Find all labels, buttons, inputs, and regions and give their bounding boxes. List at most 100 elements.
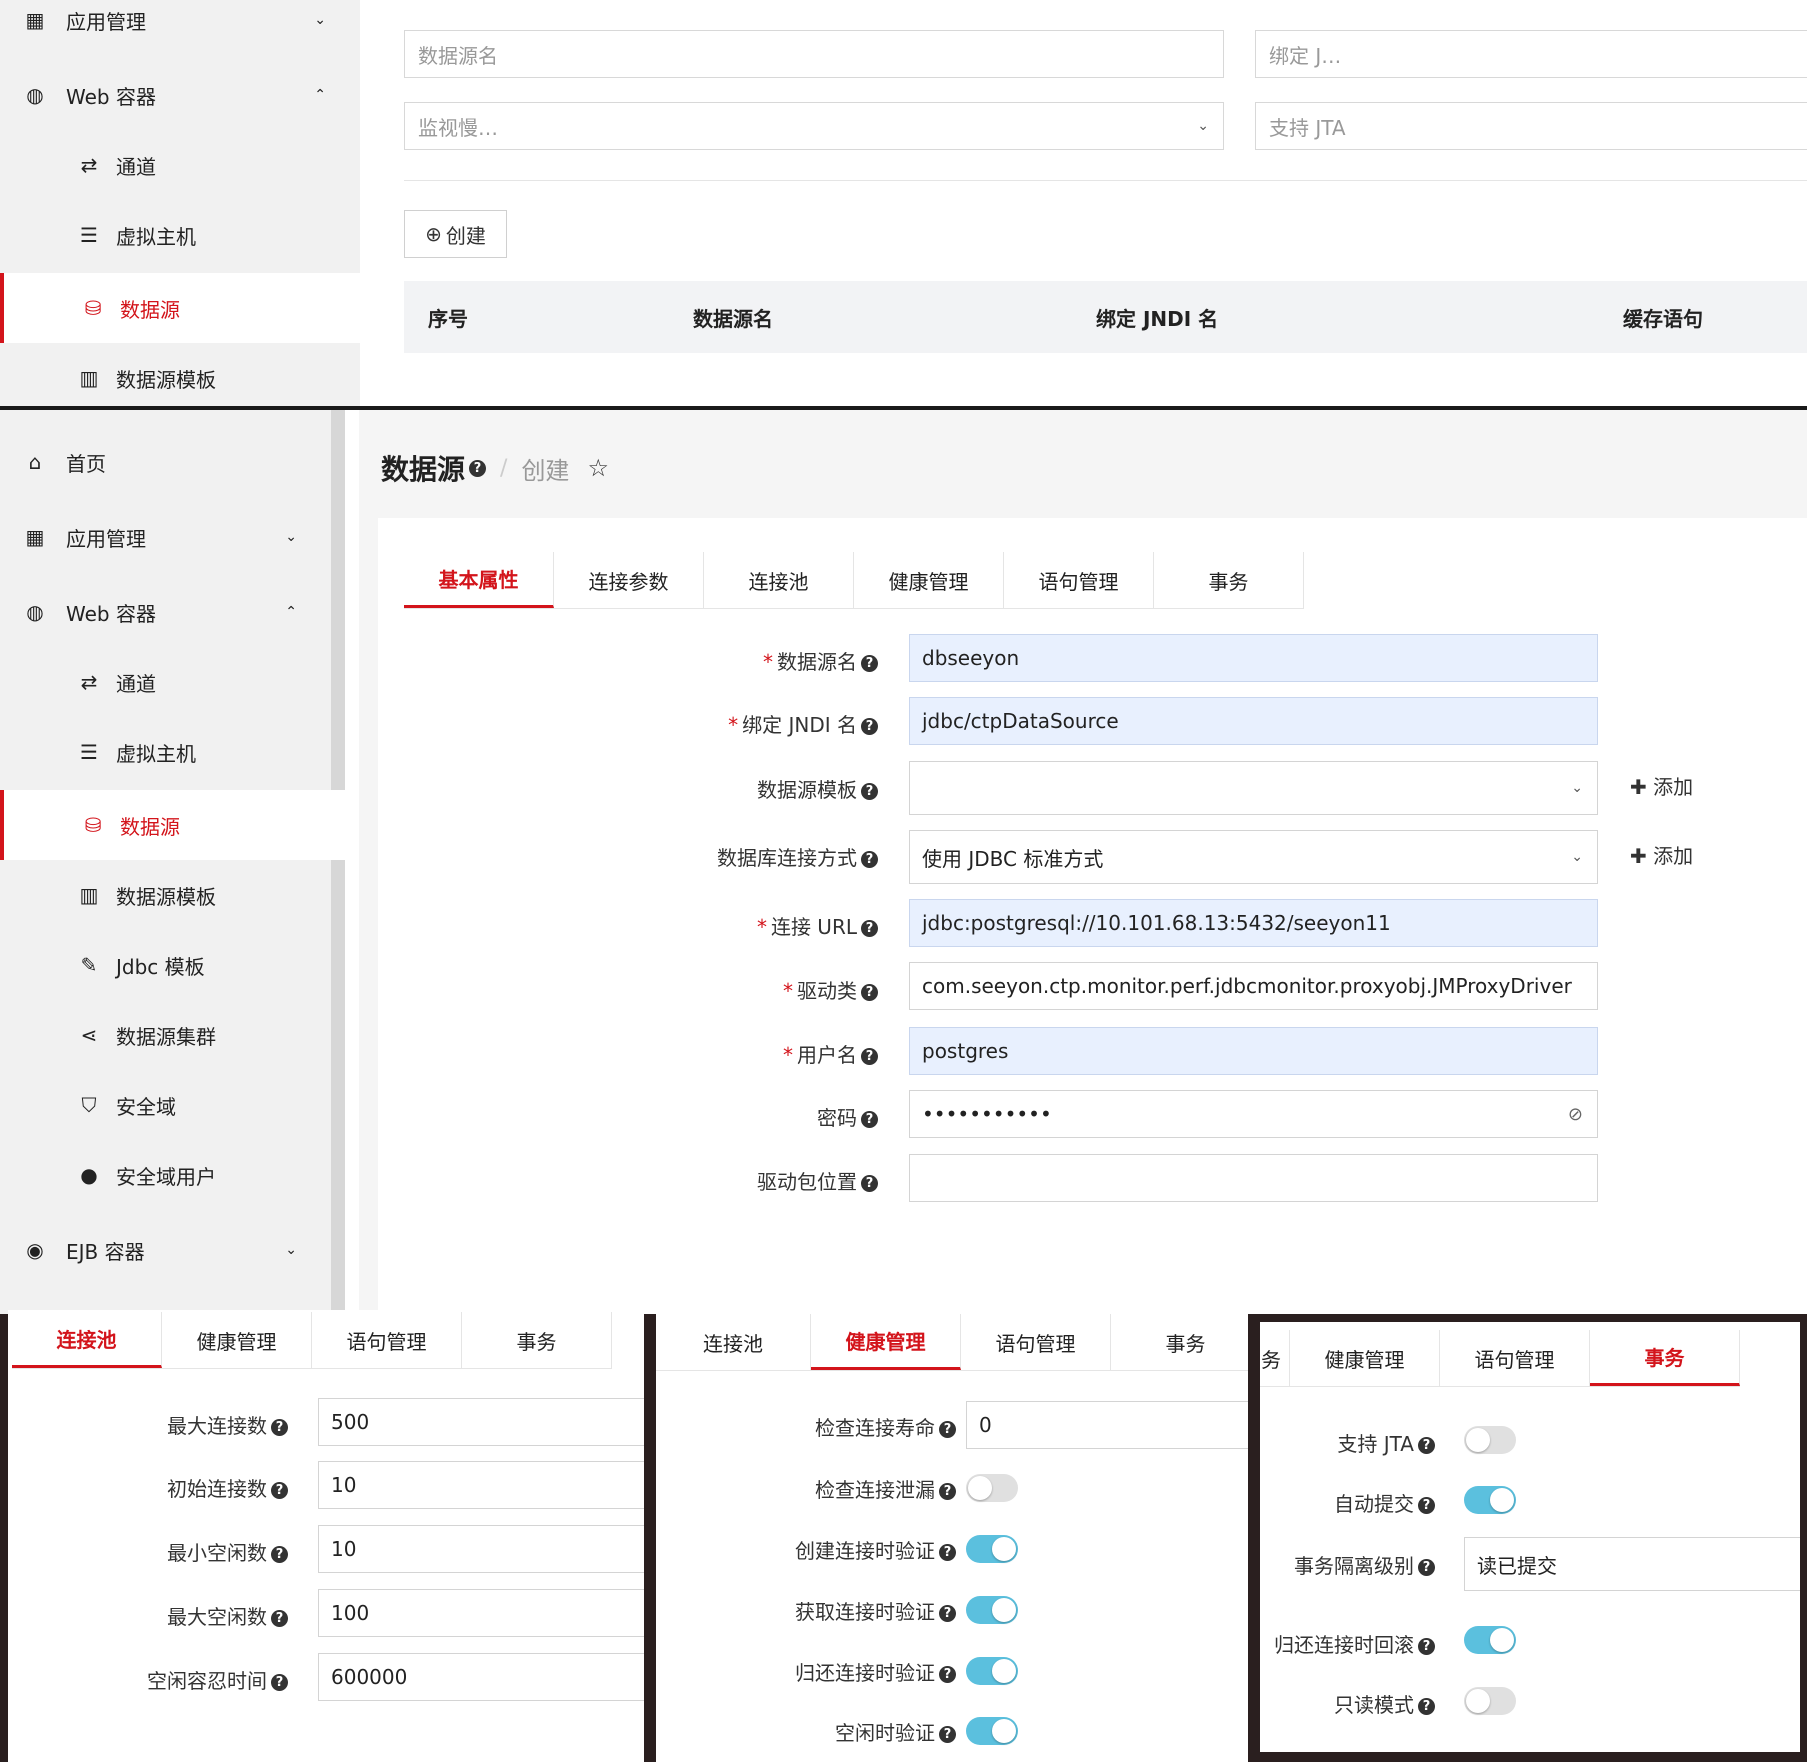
help-icon[interactable]: ? <box>1418 1559 1435 1576</box>
tab-statement[interactable]: 语句管理 <box>961 1314 1111 1370</box>
sidebar-item-channel[interactable]: ⇄ 通道 <box>0 130 360 200</box>
datasource-name-input[interactable]: dbseeyon <box>909 634 1598 682</box>
required-mark: * <box>763 650 773 674</box>
filter-monitor-slow-select[interactable]: 监视慢… ⌄ <box>404 102 1224 150</box>
tab-partial[interactable]: 务 <box>1260 1330 1290 1386</box>
sidebar-item-channel[interactable]: ⇄ 通道 <box>0 647 331 717</box>
filter-support-jta-select[interactable]: 支持 JTA <box>1255 102 1807 150</box>
sidebar-item-datasource-cluster[interactable]: ⋖ 数据源集群 <box>0 1000 331 1070</box>
validate-on-create-toggle[interactable] <box>966 1535 1018 1563</box>
tab-transaction[interactable]: 事务 <box>1154 552 1304 608</box>
sidebar-item-datasource[interactable]: ⛁ 数据源 <box>0 790 345 860</box>
tab-statement[interactable]: 语句管理 <box>1440 1330 1590 1386</box>
help-icon[interactable]: ? <box>861 984 878 1001</box>
sidebar-item-virtual-host[interactable]: ☰ 虚拟主机 <box>0 200 360 270</box>
tab-health[interactable]: 健康管理 <box>854 552 1004 608</box>
sidebar-item-web-container[interactable]: ◍ Web 容器 ⌃ <box>0 577 331 647</box>
help-icon[interactable]: ? <box>1418 1638 1435 1655</box>
readonly-toggle[interactable] <box>1464 1687 1516 1715</box>
help-icon[interactable]: ? <box>1418 1698 1435 1715</box>
isolation-level-select[interactable]: 读已提交 <box>1464 1537 1800 1591</box>
support-jta-toggle[interactable] <box>1464 1426 1516 1454</box>
sidebar-item-virtual-host[interactable]: ☰ 虚拟主机 <box>0 717 331 787</box>
help-icon[interactable]: ? <box>939 1666 956 1683</box>
bind-jndi-input[interactable]: jdbc/ctpDataSource <box>909 697 1598 745</box>
sidebar-item-datasource[interactable]: ⛁ 数据源 <box>0 273 360 343</box>
create-button[interactable]: ⊕ 创建 <box>404 210 507 258</box>
sidebar-item-datasource-template[interactable]: ▥ 数据源模板 <box>0 343 360 406</box>
rollback-on-return-toggle[interactable] <box>1464 1626 1516 1654</box>
help-icon[interactable]: ? <box>271 1482 288 1499</box>
sidebar-item-security-domain[interactable]: ⛉ 安全域 <box>0 1070 331 1140</box>
help-icon[interactable]: ? <box>939 1726 956 1743</box>
validate-on-return-toggle[interactable] <box>966 1657 1018 1685</box>
help-icon[interactable]: ? <box>861 1048 878 1065</box>
connection-url-input[interactable]: jdbc:postgresql://10.101.68.13:5432/seey… <box>909 899 1598 947</box>
star-icon[interactable]: ☆ <box>587 454 609 482</box>
datasource-template-select[interactable]: ⌄ <box>909 761 1598 815</box>
eye-slash-icon[interactable]: ⊘ <box>1568 1104 1583 1125</box>
tab-statement[interactable]: 语句管理 <box>312 1312 462 1368</box>
tab-health[interactable]: 健康管理 <box>1290 1330 1440 1386</box>
help-icon[interactable]: ? <box>939 1544 956 1561</box>
add-connection-mode-link[interactable]: ✚ 添加 <box>1630 840 1693 869</box>
max-idle-input[interactable]: 100 <box>318 1589 644 1637</box>
validate-on-borrow-toggle[interactable] <box>966 1596 1018 1624</box>
help-icon[interactable]: ? <box>861 851 878 868</box>
help-icon[interactable]: ? <box>861 920 878 937</box>
sidebar-item-app-management[interactable]: ▦ 应用管理 ⌄ <box>0 0 360 55</box>
driver-location-input[interactable] <box>909 1154 1598 1202</box>
password-input[interactable]: ••••••••••• ⊘ <box>909 1090 1598 1138</box>
filter-bind-jndi-input[interactable]: 绑定 J… <box>1255 30 1807 78</box>
help-icon[interactable]: ? <box>861 783 878 800</box>
filter-datasource-name-input[interactable]: 数据源名 <box>404 30 1224 78</box>
sidebar-item-security-domain-user[interactable]: ● 安全域用户 <box>0 1140 331 1210</box>
sidebar-item-label: 数据源集群 <box>116 1024 216 1049</box>
max-connections-input[interactable]: 500 <box>318 1398 644 1446</box>
tab-transaction[interactable]: 事务 <box>1111 1314 1248 1370</box>
sidebar-item-datasource-template[interactable]: ▥ 数据源模板 <box>0 860 331 930</box>
tab-pool[interactable]: 连接池 <box>656 1314 811 1370</box>
help-icon[interactable]: ? <box>1418 1497 1435 1514</box>
tab-health[interactable]: 健康管理 <box>162 1312 312 1368</box>
sidebar-item-home[interactable]: ⌂ 首页 <box>0 427 331 497</box>
help-icon[interactable]: ? <box>939 1483 956 1500</box>
sidebar-item-jdbc-template[interactable]: ✎ Jdbc 模板 <box>0 930 331 1000</box>
sidebar-item-ejb-container[interactable]: ◉ EJB 容器 ⌄ <box>0 1215 331 1285</box>
help-icon[interactable]: ? <box>939 1421 956 1438</box>
help-icon[interactable]: ? <box>271 1419 288 1436</box>
label-text: 驱动包位置 <box>757 1170 857 1194</box>
help-icon[interactable]: ? <box>271 1674 288 1691</box>
help-icon[interactable]: ? <box>469 459 487 477</box>
driver-class-input[interactable]: com.seeyon.ctp.monitor.perf.jdbcmonitor.… <box>909 962 1598 1010</box>
help-icon[interactable]: ? <box>861 655 878 672</box>
help-icon[interactable]: ? <box>1418 1437 1435 1454</box>
tab-transaction[interactable]: 事务 <box>1590 1330 1740 1386</box>
check-lifetime-input[interactable]: 0 <box>966 1401 1248 1449</box>
help-icon[interactable]: ? <box>861 718 878 735</box>
add-template-link[interactable]: ✚ 添加 <box>1630 771 1693 800</box>
username-input[interactable]: postgres <box>909 1027 1598 1075</box>
tab-pool[interactable]: 连接池 <box>704 552 854 608</box>
help-icon[interactable]: ? <box>861 1111 878 1128</box>
idle-timeout-input[interactable]: 600000 <box>318 1653 644 1701</box>
tab-pool[interactable]: 连接池 <box>12 1312 162 1368</box>
chevron-down-icon: ⌄ <box>285 1242 297 1258</box>
min-idle-input[interactable]: 10 <box>318 1525 644 1573</box>
check-leak-toggle[interactable] <box>966 1474 1018 1502</box>
help-icon[interactable]: ? <box>861 1175 878 1192</box>
help-icon[interactable]: ? <box>271 1610 288 1627</box>
sidebar-item-app-management[interactable]: ▦ 应用管理 ⌄ <box>0 502 331 572</box>
tab-statement[interactable]: 语句管理 <box>1004 552 1154 608</box>
help-icon[interactable]: ? <box>939 1605 956 1622</box>
tab-health[interactable]: 健康管理 <box>811 1314 961 1370</box>
tab-transaction[interactable]: 事务 <box>462 1312 612 1368</box>
tab-basic[interactable]: 基本属性 <box>404 552 554 608</box>
validate-idle-toggle[interactable] <box>966 1717 1018 1745</box>
connection-mode-select[interactable]: 使用 JDBC 标准方式 ⌄ <box>909 830 1598 884</box>
help-icon[interactable]: ? <box>271 1546 288 1563</box>
tab-connection-params[interactable]: 连接参数 <box>554 552 704 608</box>
auto-commit-toggle[interactable] <box>1464 1486 1516 1514</box>
sidebar-item-web-container[interactable]: ◍ Web 容器 ⌃ <box>0 60 360 130</box>
initial-connections-input[interactable]: 10 <box>318 1461 644 1509</box>
